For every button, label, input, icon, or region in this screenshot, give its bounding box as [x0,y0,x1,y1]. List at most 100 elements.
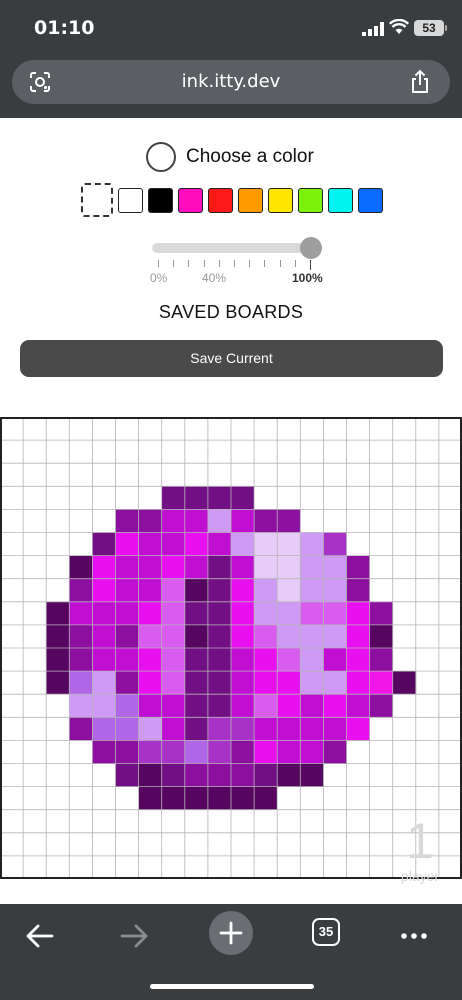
pixel-cell[interactable] [231,763,255,787]
pixel-cell[interactable] [323,624,347,649]
pixel-cell[interactable] [346,601,370,626]
pixel-cell[interactable] [161,740,186,764]
pixel-cell[interactable] [300,763,324,787]
pixel-cell[interactable] [231,601,255,626]
pixel-cell[interactable] [300,740,324,764]
pixel-cell[interactable] [184,532,209,556]
pixel-cell[interactable] [115,578,139,603]
pixel-cell[interactable] [46,671,70,695]
pixel-cell[interactable] [207,601,232,626]
pixel-cell[interactable] [277,578,301,603]
pixel-cell[interactable] [161,717,186,741]
pixel-cell[interactable] [277,740,301,764]
more-icon[interactable] [396,918,432,954]
pixel-cell[interactable] [161,694,186,718]
pixel-cell[interactable] [231,648,255,672]
pixel-cell[interactable] [277,717,301,741]
pixel-cell[interactable] [369,648,394,672]
pixel-cell[interactable] [300,578,324,603]
pixel-cell[interactable] [231,509,255,533]
pixel-cell[interactable] [115,671,139,695]
pixel-cell[interactable] [346,555,370,580]
pixel-cell[interactable] [184,578,209,603]
pixel-cell[interactable] [138,509,163,533]
pixel-cell[interactable] [184,555,209,580]
pixel-cell[interactable] [323,648,347,672]
swatch-3[interactable] [178,188,203,213]
pixel-cell[interactable] [138,532,163,556]
pixel-cell[interactable] [184,740,209,764]
pixel-cell[interactable] [92,648,116,672]
pixel-cell[interactable] [115,624,139,649]
pixel-cell[interactable] [254,601,278,626]
pixel-cell[interactable] [138,601,163,626]
pixel-cell[interactable] [161,532,186,556]
current-color-circle[interactable] [146,142,176,172]
pixel-cell[interactable] [69,578,93,603]
pixel-cell[interactable] [231,740,255,764]
pixel-cell[interactable] [254,532,278,556]
pixel-cell[interactable] [92,601,116,626]
pixel-cell[interactable] [161,648,186,672]
tabs-button[interactable]: 35 [312,918,340,946]
pixel-cell[interactable] [138,555,163,580]
pixel-cell[interactable] [184,509,209,533]
pixel-cell[interactable] [346,717,370,741]
pixel-cell[interactable] [69,694,93,718]
swatch-2[interactable] [148,188,173,213]
url-text[interactable]: ink.itty.dev [12,71,450,92]
pixel-cell[interactable] [277,601,301,626]
pixel-cell[interactable] [300,717,324,741]
pixel-cell[interactable] [207,740,232,764]
pixel-cell[interactable] [254,740,278,764]
pixel-cell[interactable] [138,740,163,764]
pixel-cell[interactable] [115,763,139,787]
pixel-cell[interactable] [138,624,163,649]
pixel-cell[interactable] [184,671,209,695]
swatch-9[interactable] [358,188,383,213]
pixel-cell[interactable] [323,601,347,626]
pixel-cell[interactable] [115,717,139,741]
pixel-cell[interactable] [323,532,347,556]
pixel-cell[interactable] [115,694,139,718]
drawing-board[interactable] [0,417,462,879]
pixel-cell[interactable] [46,624,70,649]
pixel-cell[interactable] [346,648,370,672]
slider-thumb[interactable] [300,237,322,259]
pixel-cell[interactable] [277,509,301,533]
pixel-cell[interactable] [369,694,394,718]
pixel-cell[interactable] [254,717,278,741]
pixel-cell[interactable] [207,578,232,603]
pixel-cell[interactable] [207,671,232,695]
pixel-cell[interactable] [254,555,278,580]
pixel-cell[interactable] [207,509,232,533]
pixel-cell[interactable] [207,717,232,741]
pixel-cell[interactable] [207,694,232,718]
swatch-transparent[interactable] [81,183,113,217]
pixel-cell[interactable] [207,555,232,580]
pixel-cell[interactable] [92,671,116,695]
pixel-cell[interactable] [254,624,278,649]
new-tab-button[interactable] [209,911,253,955]
pixel-cell[interactable] [92,694,116,718]
pixel-cell[interactable] [231,555,255,580]
pixel-cell[interactable] [115,648,139,672]
slider-track[interactable] [152,243,310,253]
pixel-cell[interactable] [300,671,324,695]
swatch-5[interactable] [238,188,263,213]
pixel-cell[interactable] [161,509,186,533]
pixel-cell[interactable] [231,671,255,695]
pixel-cell[interactable] [184,694,209,718]
swatch-6[interactable] [268,188,293,213]
pixel-cell[interactable] [277,671,301,695]
pixel-cell[interactable] [207,786,232,811]
pixel-cell[interactable] [69,671,93,695]
pixel-cell[interactable] [207,763,232,787]
pixel-cell[interactable] [277,763,301,787]
pixel-cell[interactable] [323,555,347,580]
pixel-cell[interactable] [184,763,209,787]
pixel-cell[interactable] [254,694,278,718]
pixel-cell[interactable] [161,763,186,787]
pixel-cell[interactable] [161,786,186,811]
save-current-button[interactable]: Save Current [20,340,443,377]
